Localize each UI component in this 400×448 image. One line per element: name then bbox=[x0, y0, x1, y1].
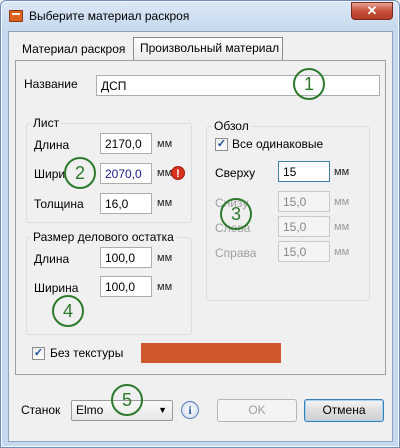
sheet-thickness-input[interactable] bbox=[100, 193, 152, 214]
offcut-length-input[interactable] bbox=[100, 247, 152, 268]
sheet-width-unit: мм bbox=[157, 167, 173, 179]
warning-icon: ! bbox=[171, 166, 185, 180]
callout-badge-4: 4 bbox=[52, 295, 84, 327]
offcut-width-unit: мм bbox=[157, 281, 173, 293]
offcut-width-input[interactable] bbox=[100, 276, 152, 297]
edging-top-label: Сверху bbox=[215, 166, 256, 180]
offcut-length-label: Длина bbox=[34, 252, 70, 266]
sheet-group-title: Лист bbox=[31, 116, 62, 130]
sheet-length-input[interactable] bbox=[100, 133, 152, 154]
dialog-window: Выберите материал раскроя ✕ Материал рас… bbox=[0, 0, 400, 448]
close-button[interactable]: ✕ bbox=[351, 2, 393, 20]
window-title: Выберите материал раскроя bbox=[29, 9, 190, 23]
edging-top-unit: мм bbox=[334, 166, 350, 178]
edging-top-input[interactable] bbox=[278, 161, 330, 182]
dialog-client: Материал раскроя Произвольный материал Н… bbox=[8, 31, 393, 442]
callout-badge-1: 1 bbox=[293, 68, 325, 100]
offcut-width-label: Ширина bbox=[34, 281, 79, 295]
info-icon[interactable]: i bbox=[181, 401, 199, 419]
sheet-thickness-label: Толщина bbox=[34, 197, 84, 211]
edging-left-input[interactable] bbox=[278, 216, 330, 237]
edging-group-title: Обзол bbox=[212, 119, 251, 133]
callout-badge-5: 5 bbox=[111, 384, 143, 416]
no-texture-checkbox[interactable]: ✓ bbox=[32, 347, 45, 360]
all-same-checkbox[interactable]: ✓ bbox=[215, 138, 228, 151]
edging-bottom-unit: мм bbox=[334, 196, 350, 208]
material-color-swatch[interactable] bbox=[141, 343, 281, 363]
sheet-width-input[interactable] bbox=[100, 163, 152, 184]
edging-right-input[interactable] bbox=[278, 241, 330, 262]
sheet-length-label: Длина bbox=[34, 138, 70, 152]
edging-right-unit: мм bbox=[334, 246, 350, 258]
callout-badge-3: 3 bbox=[220, 198, 252, 230]
title-bar[interactable]: Выберите материал раскроя ✕ bbox=[1, 1, 399, 31]
machine-select-value: Elmo bbox=[76, 403, 104, 417]
edging-left-unit: мм bbox=[334, 221, 350, 233]
app-icon bbox=[9, 10, 23, 22]
callout-badge-2: 2 bbox=[64, 157, 96, 189]
tab-custom-material[interactable]: Произвольный материал bbox=[133, 37, 283, 61]
machine-label: Станок bbox=[21, 403, 61, 417]
sheet-thickness-unit: мм bbox=[157, 197, 173, 209]
name-input[interactable] bbox=[96, 75, 380, 96]
edging-right-label: Справа bbox=[215, 246, 257, 260]
all-same-label: Все одинаковые bbox=[232, 137, 324, 151]
cancel-button[interactable]: Отмена bbox=[304, 399, 384, 422]
name-label: Название bbox=[24, 77, 78, 91]
sheet-width-label: Шири bbox=[34, 167, 66, 181]
chevron-down-icon: ▼ bbox=[158, 405, 167, 415]
offcut-group-title: Размер делового остатка bbox=[31, 230, 176, 244]
ok-button[interactable]: OK bbox=[217, 399, 297, 422]
edging-bottom-input[interactable] bbox=[278, 191, 330, 212]
no-texture-label: Без текстуры bbox=[50, 346, 124, 360]
offcut-length-unit: мм bbox=[157, 252, 173, 264]
tab-panel: Название 1 Лист Длина мм Шири мм ! 2 Тол… bbox=[15, 60, 386, 375]
tab-cut-material[interactable]: Материал раскроя bbox=[15, 38, 133, 60]
sheet-length-unit: мм bbox=[157, 138, 173, 150]
